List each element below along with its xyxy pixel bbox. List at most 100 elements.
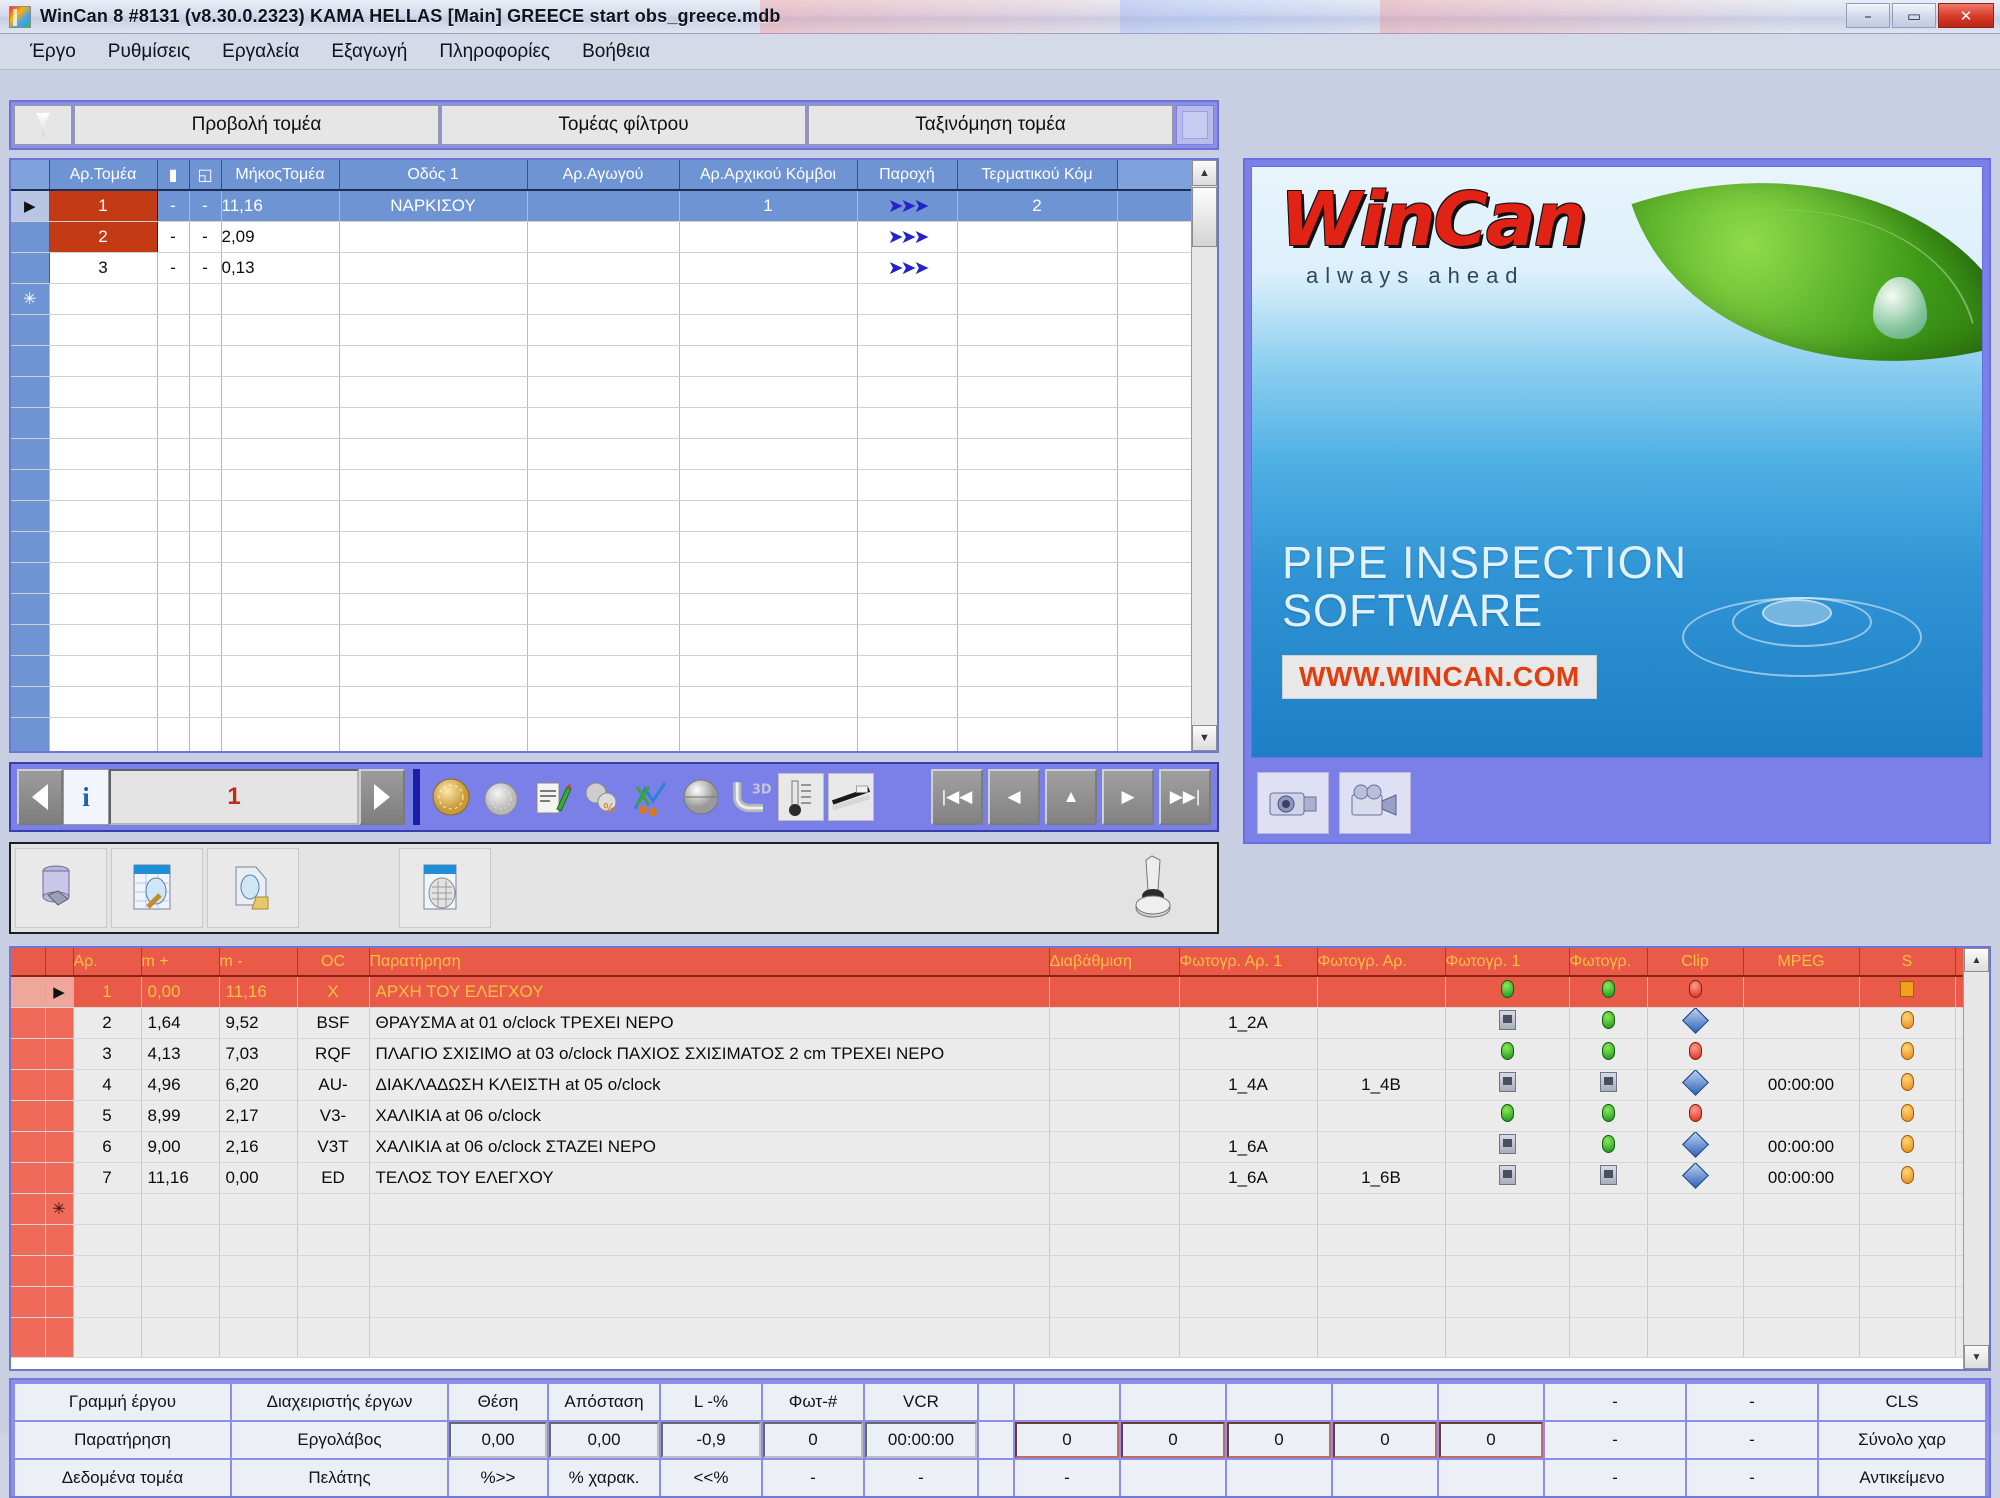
database-button[interactable] (15, 848, 107, 928)
menu-item-voitheia[interactable]: Βοήθεια (566, 39, 666, 65)
status-project-manager[interactable]: Διαχειριστής έργων (232, 1384, 447, 1420)
scroll-down-button[interactable]: ▼ (1192, 725, 1217, 751)
nav-prev-button[interactable] (17, 769, 63, 825)
obs-header-mminus[interactable]: m - (219, 948, 298, 977)
filter-funnel-button[interactable] (14, 105, 72, 145)
database-search-button[interactable] (111, 848, 203, 928)
table-row[interactable]: 6 9,00 2,16 V3T ΧΑΛΙΚΙΑ at 06 o/clock ΣΤ… (11, 1131, 1989, 1163)
close-button[interactable]: ✕ (1938, 3, 1994, 28)
status-counter-3-value[interactable]: 0 (1227, 1422, 1331, 1458)
status-counter-4-value[interactable]: 0 (1333, 1422, 1437, 1458)
table-row[interactable]: 4 4,96 6,20 AU- ΔΙΑΚΛΑΔΩΣΗ ΚΛΕΙΣΤΗ at 05… (11, 1069, 1989, 1101)
table-row[interactable]: ▶ 1 0,00 11,16 X ΑΡΧΗ ΤΟΥ ΕΛΕΓΧΟΥ (11, 976, 1989, 1008)
printer-button[interactable] (1099, 848, 1209, 928)
tab-section-view[interactable]: Προβολή τομέα (74, 105, 439, 145)
section-grid-scrollbar[interactable]: ▲ ▼ (1191, 160, 1217, 751)
obs-header-mplus[interactable]: m + (141, 948, 220, 977)
scroll-thumb[interactable] (1192, 187, 1217, 247)
database-print-button[interactable] (207, 848, 299, 928)
status-position-label[interactable]: Θέση (449, 1384, 547, 1420)
status-counter-1-value[interactable]: 0 (1015, 1422, 1119, 1458)
menu-item-plirofories[interactable]: Πληροφορίες (423, 39, 566, 65)
obs-header-photo-no-2[interactable]: Φωτογρ. Αρ. (1317, 948, 1446, 977)
maximize-button[interactable]: ▭ (1892, 3, 1936, 28)
header-section-no[interactable]: Αρ.Τομέα (49, 160, 158, 191)
scroll-up-button[interactable]: ▲ (1192, 160, 1217, 186)
menu-item-ergo[interactable]: Έργο (14, 39, 92, 65)
pipe-gray-circle-icon[interactable] (478, 773, 524, 821)
tab-section-filter[interactable]: Τομέας φίλτρου (441, 105, 806, 145)
record-number-field[interactable]: 1 (109, 769, 359, 825)
header-flag2[interactable]: ◱ (189, 160, 222, 191)
nav-next-button[interactable] (359, 769, 405, 825)
menu-item-ergaleia[interactable]: Εργαλεία (206, 39, 315, 65)
header-flag1[interactable]: ▮ (157, 160, 190, 191)
video-camera-icon[interactable] (1339, 772, 1411, 834)
scroll-down-button[interactable]: ▼ (1964, 1345, 1989, 1369)
stone-percent-icon[interactable]: % (578, 773, 624, 821)
table-row[interactable]: 3 4,13 7,03 RQF ΠΛΑΓΙΟ ΣΧΙΣΙΜΟ at 03 o/c… (11, 1038, 1989, 1070)
header-start-node[interactable]: Αρ.Αρχικού Κόμβοι (679, 160, 858, 191)
graph-scissors-icon[interactable] (628, 773, 674, 821)
pipe-bend-3d-icon[interactable]: 3D (728, 773, 774, 821)
new-record-row[interactable]: ✳ (11, 283, 1217, 315)
banner-url-link[interactable]: WWW.WINCAN.COM (1282, 655, 1597, 699)
obs-header-observation[interactable]: Παρατήρηση (369, 948, 1050, 977)
status-cls[interactable]: CLS (1819, 1384, 1985, 1420)
status-lpct-value[interactable]: -0,9 (661, 1422, 761, 1458)
observation-grid-scrollbar[interactable]: ▲ ▼ (1963, 948, 1989, 1369)
first-record-button[interactable]: |◀◀ (931, 769, 983, 825)
last-record-button[interactable]: ▶▶| (1159, 769, 1211, 825)
status-counter-5-value[interactable]: 0 (1439, 1422, 1543, 1458)
scroll-up-button[interactable]: ▲ (1964, 948, 1989, 972)
header-end-node[interactable]: Τερματικού Κόμ (957, 160, 1118, 191)
obs-header-no[interactable]: Αρ. (73, 948, 142, 977)
obs-header-photo-2[interactable]: Φωτογρ. (1569, 948, 1648, 977)
table-row[interactable]: ▶ 1 - - 11,16 ΝΑΡΚΙΣΟΥ 1 ➤➤➤ 2 (11, 190, 1217, 222)
record-info-button[interactable]: i (63, 769, 109, 825)
status-section-data-button[interactable]: Δεδομένα τομέα (15, 1460, 230, 1496)
obs-header-oc[interactable]: OC (297, 948, 370, 977)
prev-record-button[interactable]: ◀ (988, 769, 1040, 825)
table-row[interactable]: 3 - - 0,13 ➤➤➤ (11, 252, 1217, 284)
obs-header-mpeg[interactable]: MPEG (1743, 948, 1860, 977)
next-record-button[interactable]: ▶ (1102, 769, 1154, 825)
profile-view-icon[interactable] (828, 773, 874, 821)
sphere-3d-icon[interactable] (678, 773, 724, 821)
obs-header-photo-no-1[interactable]: Φωτογρ. Αρ. 1 (1179, 948, 1318, 977)
table-row[interactable]: 7 11,16 0,00 ED ΤΕΛΟΣ ΤΟΥ ΕΛΕΓΧΟΥ 1_6A 1… (11, 1162, 1989, 1194)
status-object[interactable]: Αντικείμενο (1819, 1460, 1985, 1496)
header-pipe-no[interactable]: Αρ.Αγωγού (527, 160, 680, 191)
status-pct-forward[interactable]: %>> (449, 1460, 547, 1496)
obs-header-s[interactable]: S (1859, 948, 1956, 977)
notepad-pencil-icon[interactable] (528, 773, 574, 821)
header-rowmark[interactable] (11, 160, 50, 191)
status-lpct-label[interactable]: L -% (661, 1384, 761, 1420)
camera-icon[interactable] (1257, 772, 1329, 834)
status-vcr-label[interactable]: VCR (865, 1384, 977, 1420)
pipe-circle-icon[interactable] (428, 773, 474, 821)
status-vcr-value[interactable]: 00:00:00 (865, 1422, 977, 1458)
minimize-button[interactable]: – (1846, 3, 1890, 28)
status-distance-value[interactable]: 0,00 (549, 1422, 659, 1458)
new-observation-row[interactable]: ✳ (11, 1193, 1989, 1225)
status-photo-count-value[interactable]: 0 (763, 1422, 863, 1458)
status-client-button[interactable]: Πελάτης (232, 1460, 447, 1496)
thermometer-icon[interactable] (778, 773, 824, 821)
obs-header-photo-1[interactable]: Φωτογρ. 1 (1445, 948, 1570, 977)
header-section-length[interactable]: ΜήκοςΤομέα (221, 160, 340, 191)
status-contractor-button[interactable]: Εργολάβος (232, 1422, 447, 1458)
obs-header-clip[interactable]: Clip (1647, 948, 1744, 977)
header-street[interactable]: Οδός 1 (339, 160, 528, 191)
table-row[interactable]: 5 8,99 2,17 V3- ΧΑΛΙΚΙΑ at 06 o/clock (11, 1100, 1989, 1132)
status-observation-button[interactable]: Παρατήρηση (15, 1422, 230, 1458)
obs-header-grade[interactable]: Διαβάθμιση (1049, 948, 1180, 977)
status-photo-count-label[interactable]: Φωτ-# (763, 1384, 863, 1420)
up-record-button[interactable]: ▲ (1045, 769, 1097, 825)
tab-section-sort[interactable]: Ταξινόμηση τομέα (808, 105, 1173, 145)
menu-item-exagogi[interactable]: Εξαγωγή (315, 39, 423, 65)
section-options-button[interactable] (1176, 105, 1214, 145)
header-flow[interactable]: Παροχή (857, 160, 958, 191)
status-pct-back[interactable]: <<% (661, 1460, 761, 1496)
table-row[interactable]: 2 1,64 9,52 BSF ΘΡΑΥΣΜΑ at 01 o/clock ΤΡ… (11, 1007, 1989, 1039)
